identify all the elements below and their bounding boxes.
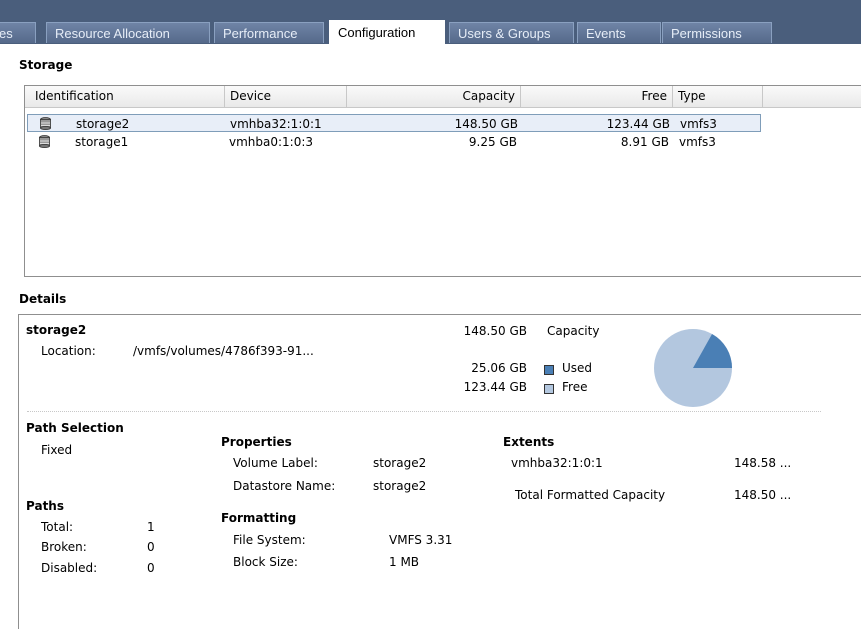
used-legend-swatch xyxy=(544,365,554,375)
tab-label: Permissions xyxy=(671,26,742,41)
tab-label: Performance xyxy=(223,26,298,41)
datastore-name-label: Datastore Name: xyxy=(233,479,336,493)
cell-capacity: 9.25 GB xyxy=(468,135,517,149)
tab-label: Configuration xyxy=(338,25,416,40)
database-icon xyxy=(40,117,51,130)
paths-broken-label: Broken: xyxy=(41,540,87,554)
column-header-empty xyxy=(763,86,861,107)
paths-disabled-value: 0 xyxy=(147,561,155,575)
extent-size: 148.58 ... xyxy=(734,456,792,470)
tab-events[interactable]: Events xyxy=(577,22,661,43)
cell-capacity: 148.50 GB xyxy=(454,117,518,131)
table-row[interactable]: storage1 vmhba0:1:0:3 9.25 GB 8.91 GB vm… xyxy=(27,133,761,151)
properties-title: Properties xyxy=(221,435,292,449)
block-size-value: 1 MB xyxy=(389,555,420,569)
cell-identification: storage2 xyxy=(76,117,130,131)
tab-label: Users & Groups xyxy=(458,26,551,41)
file-system-label: File System: xyxy=(233,533,306,547)
capacity-label: Capacity xyxy=(547,324,600,338)
free-label: Free xyxy=(562,380,588,394)
extents-title: Extents xyxy=(503,435,555,449)
paths-broken-value: 0 xyxy=(147,540,155,554)
column-header-device[interactable]: Device xyxy=(225,86,347,107)
tab-permissions[interactable]: Permissions xyxy=(662,22,772,43)
extent-device: vmhba32:1:0:1 xyxy=(511,456,603,470)
path-selection-value[interactable]: Fixed xyxy=(41,443,72,457)
tab-label: Events xyxy=(586,26,626,41)
column-header-capacity[interactable]: Capacity xyxy=(347,86,521,107)
section-divider xyxy=(27,411,821,412)
used-label: Used xyxy=(562,361,593,375)
paths-total-value: 1 xyxy=(147,520,155,534)
paths-total-label: Total: xyxy=(41,520,74,534)
storage-table[interactable]: Identification Device Capacity Free Type… xyxy=(24,85,861,277)
cell-type: vmfs3 xyxy=(680,117,717,131)
tab-resource-allocation[interactable]: Resource Allocation xyxy=(46,22,210,43)
tab-label: Resource Allocation xyxy=(55,26,170,41)
formatting-title: Formatting xyxy=(221,511,297,525)
cell-type: vmfs3 xyxy=(679,135,716,149)
free-legend-swatch xyxy=(544,384,554,394)
cell-identification: storage1 xyxy=(75,135,129,149)
datastore-name-value: storage2 xyxy=(373,479,427,493)
details-panel: storage2 Location: /vmfs/volumes/4786f39… xyxy=(18,314,861,629)
volume-label-label: Volume Label: xyxy=(233,456,318,470)
location-value: /vmfs/volumes/4786f393-91... xyxy=(133,344,314,358)
tab-performance[interactable]: Performance xyxy=(214,22,324,43)
tab-label: es xyxy=(0,26,13,41)
used-value: 25.06 GB xyxy=(471,361,527,375)
column-header-type[interactable]: Type xyxy=(673,86,763,107)
cell-device: vmhba0:1:0:3 xyxy=(229,135,314,149)
table-header: Identification Device Capacity Free Type xyxy=(25,86,861,108)
tab-users-groups[interactable]: Users & Groups xyxy=(449,22,574,43)
column-header-identification[interactable]: Identification xyxy=(25,86,225,107)
column-header-free[interactable]: Free xyxy=(521,86,673,107)
table-row[interactable]: storage2 vmhba32:1:0:1 148.50 GB 123.44 … xyxy=(27,114,761,132)
path-selection-title: Path Selection xyxy=(26,421,124,435)
cell-free: 8.91 GB xyxy=(620,135,669,149)
cell-device: vmhba32:1:0:1 xyxy=(230,117,322,131)
tab-partial[interactable]: es xyxy=(0,22,36,43)
tab-configuration[interactable]: Configuration xyxy=(329,20,445,44)
total-formatted-label: Total Formatted Capacity xyxy=(515,488,666,502)
capacity-value: 148.50 GB xyxy=(463,324,527,338)
volume-label-value: storage2 xyxy=(373,456,427,470)
free-value: 123.44 GB xyxy=(463,380,527,394)
database-icon xyxy=(39,135,50,148)
total-formatted-value: 148.50 ... xyxy=(734,488,792,502)
paths-title: Paths xyxy=(26,499,64,513)
block-size-label: Block Size: xyxy=(233,555,298,569)
paths-disabled-label: Disabled: xyxy=(41,561,98,575)
storage-section-title: Storage xyxy=(19,58,73,72)
capacity-pie-chart xyxy=(654,329,732,407)
details-section-title: Details xyxy=(19,292,67,306)
datastore-name: storage2 xyxy=(26,323,87,337)
location-label: Location: xyxy=(41,344,96,358)
file-system-value: VMFS 3.31 xyxy=(389,533,453,547)
cell-free: 123.44 GB xyxy=(606,117,670,131)
